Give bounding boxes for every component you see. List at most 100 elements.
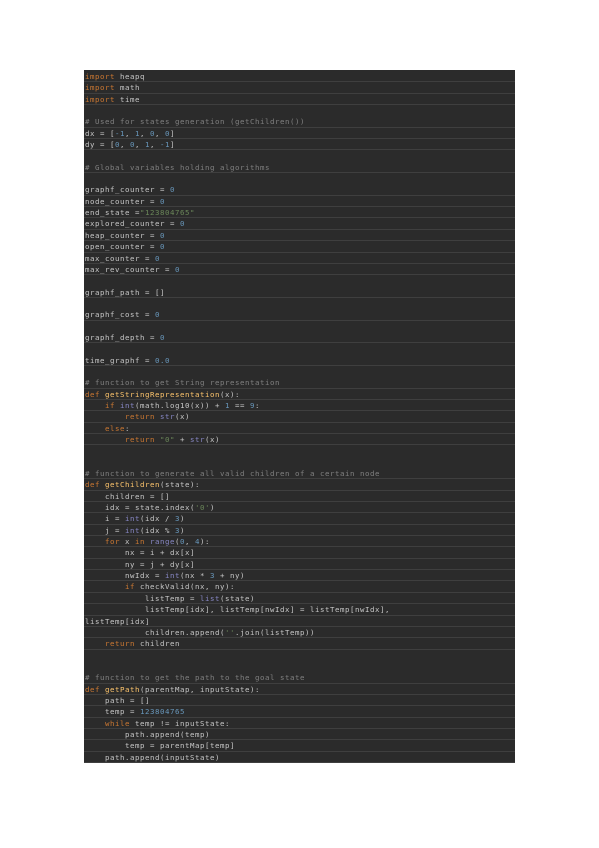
code-token: "0" [160, 435, 175, 444]
code-token: x [125, 537, 135, 547]
code-line: heap_counter = 0 [84, 230, 515, 242]
code-line: temp = parentMap[temp] [84, 740, 515, 752]
code-line: return children [84, 638, 515, 650]
code-token: (x) [205, 435, 220, 444]
code-line: # Global variables holding algorithms [84, 162, 515, 174]
code-line: j = int(idx % 3) [84, 525, 515, 537]
code-token: list [200, 593, 220, 603]
code-token: , [155, 128, 165, 138]
code-token: , [150, 140, 160, 150]
code-line: nwIdx = int(nx * 3 + ny) [84, 570, 515, 582]
code-token: int [165, 571, 180, 581]
code-line: idx = state.index('0') [84, 502, 515, 514]
code-token: # function to get String representation [85, 378, 280, 388]
code-token: (state) [220, 593, 255, 603]
code-token: 0 [160, 196, 165, 206]
code-token: path.append(temp) [85, 729, 210, 739]
code-token: time_graphf = [85, 355, 155, 365]
code-token: 0 [155, 253, 160, 263]
code-line: path.append(inputState) [84, 752, 515, 763]
code-token: children.append( [85, 627, 225, 637]
code-token: 0 [160, 230, 165, 240]
code-line: path = [] [84, 695, 515, 707]
code-token: path.append(inputState) [85, 752, 220, 762]
code-token: range [150, 537, 175, 547]
code-token: (idx % [140, 525, 175, 535]
code-line: def getPath(parentMap, inputState): [84, 684, 515, 695]
code-token: == [230, 400, 250, 410]
code-line: end_state ="123804765" [84, 207, 515, 219]
code-token: , [185, 537, 195, 547]
code-token: import [85, 72, 115, 81]
code-token: "123804765" [140, 208, 195, 218]
code-token: heapq [115, 72, 145, 81]
code-token: dx = [ [85, 128, 115, 138]
code-token: dy = [ [85, 140, 115, 150]
code-token: path = [] [85, 695, 150, 705]
code-line: # function to get String representation [84, 377, 515, 389]
code-line: max_rev_counter = 0 [84, 264, 515, 276]
code-token: + [175, 435, 190, 444]
code-line: max_counter = 0 [84, 253, 515, 264]
code-line: graphf_cost = 0 [84, 309, 515, 321]
code-token: (idx / [140, 514, 175, 524]
code-line: children = [] [84, 491, 515, 503]
code-token: graphf_depth = [85, 332, 160, 342]
code-line: listTemp[idx], listTemp[nwIdx] = listTem… [84, 604, 515, 616]
code-token: ] [170, 128, 175, 138]
code-token: 0 [155, 310, 160, 320]
code-line: return str(x) [84, 411, 515, 423]
code-line: explored_counter = 0 [84, 218, 515, 230]
code-line: graphf_depth = 0 [84, 332, 515, 344]
code-token: int [125, 525, 140, 535]
code-token: getStringRepresentation [105, 389, 220, 399]
code-token: ) [210, 503, 215, 513]
code-token: if [125, 582, 140, 592]
code-token: return [125, 412, 160, 422]
code-token: getChildren [105, 480, 160, 490]
code-line: while temp != inputState: [84, 718, 515, 729]
code-line: temp = 123804765 [84, 706, 515, 718]
code-token: time [115, 94, 140, 104]
code-line: node_counter = 0 [84, 196, 515, 208]
code-line: return "0" + str(x) [84, 434, 515, 446]
code-token: import [85, 94, 115, 104]
code-token: getPath [105, 684, 140, 694]
code-token: def [85, 389, 105, 399]
code-token: '' [225, 627, 235, 637]
code-line: # function to get the path to the goal s… [84, 672, 515, 684]
code-line: listTemp = list(state) [84, 593, 515, 605]
code-token: math [115, 83, 140, 93]
code-token: , [125, 128, 135, 138]
code-token: 0 [160, 242, 165, 252]
code-token: temp != inputState: [135, 718, 230, 728]
code-token: ) [180, 525, 185, 535]
code-token: max_rev_counter = [85, 264, 175, 274]
code-token: (x): [220, 389, 240, 399]
code-token: # Global variables holding algorithms [85, 162, 270, 172]
code-token: node_counter = [85, 196, 160, 206]
code-token: 0 [160, 332, 165, 342]
code-line: def getChildren(state): [84, 479, 515, 491]
code-token: listTemp[idx], listTemp[nwIdx] = listTem… [85, 605, 390, 615]
code-token: nx = i + dx[x] [85, 548, 195, 558]
code-token: import [85, 83, 115, 93]
code-token: else [105, 423, 125, 433]
code-token: end_state = [85, 208, 140, 218]
code-token: heap_counter = [85, 230, 160, 240]
code-token: : [255, 400, 260, 410]
